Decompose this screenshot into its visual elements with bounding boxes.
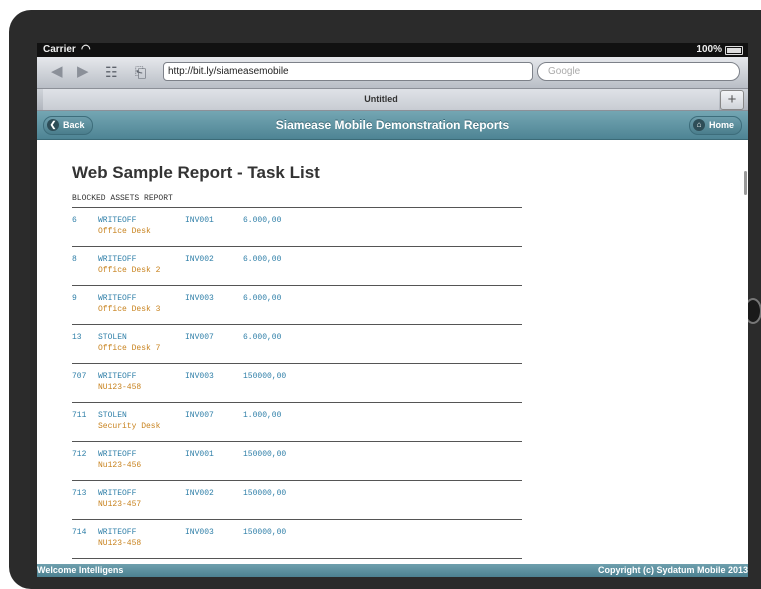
ipad-frame: Carrier ◠ 100% ◀ ▶ ☷ ⎗ http://bit.ly/sia… — [9, 10, 761, 589]
report-content: Web Sample Report - Task List BLOCKED AS… — [37, 140, 748, 564]
battery-icon — [725, 46, 743, 55]
row-invoice: INV003 — [185, 528, 214, 537]
back-button[interactable]: ❮ Back — [43, 116, 93, 135]
status-bar: Carrier ◠ 100% — [37, 43, 748, 57]
row-amount: 6.000,00 — [243, 255, 282, 264]
row-type: WRITEOFF — [98, 450, 137, 459]
row-amount: 6.000,00 — [243, 294, 282, 303]
row-invoice: INV003 — [185, 294, 214, 303]
tab-untitled[interactable]: Untitled — [43, 89, 719, 110]
row-divider — [72, 324, 522, 325]
chevron-left-icon: ❮ — [47, 118, 59, 131]
row-amount: 150000,00 — [243, 450, 287, 459]
row-invoice: INV001 — [185, 450, 214, 459]
row-id: 707 — [72, 372, 87, 381]
row-description: Office Desk 3 — [98, 305, 161, 314]
row-divider — [72, 363, 522, 364]
row-type: WRITEOFF — [98, 528, 137, 537]
share-icon[interactable]: ⎗ — [135, 62, 146, 82]
row-type: STOLEN — [98, 333, 127, 342]
footer-copyright: Copyright (c) Sydatum Mobile 2013 — [597, 565, 748, 575]
row-invoice: INV007 — [185, 333, 214, 342]
battery-percent: 100% — [696, 44, 722, 55]
row-type: WRITEOFF — [98, 255, 137, 264]
row-type: WRITEOFF — [98, 294, 137, 303]
row-divider — [72, 558, 522, 559]
wifi-icon: ◠ — [81, 43, 91, 55]
url-field[interactable]: http://bit.ly/siameasemobile — [163, 62, 533, 81]
row-id: 714 — [72, 528, 87, 537]
row-invoice: INV007 — [185, 411, 214, 420]
new-tab-button[interactable]: + — [720, 90, 744, 110]
app-header: Siamease Mobile Demonstration Reports ❮ B… — [37, 111, 748, 140]
row-type: STOLEN — [98, 411, 127, 420]
bookmarks-icon[interactable]: ☷ — [105, 62, 118, 82]
row-invoice: INV002 — [185, 255, 214, 264]
footer-welcome: Welcome Intelligens — [37, 565, 124, 575]
app-title: Siamease Mobile Demonstration Reports — [275, 118, 510, 132]
back-button-label: Back — [63, 120, 85, 130]
row-description: Security Desk — [98, 422, 161, 431]
row-id: 713 — [72, 489, 87, 498]
row-description: Office Desk — [98, 227, 151, 236]
row-divider — [72, 285, 522, 286]
row-id: 711 — [72, 411, 87, 420]
scrollbar[interactable] — [744, 171, 747, 195]
row-invoice: INV003 — [185, 372, 214, 381]
home-icon: ⌂ — [692, 118, 705, 131]
row-amount: 1.000,00 — [243, 411, 282, 420]
row-amount: 150000,00 — [243, 528, 287, 537]
row-description: NU123-457 — [98, 500, 142, 509]
row-amount: 6.000,00 — [243, 333, 282, 342]
back-arrow-icon[interactable]: ◀ — [51, 62, 63, 82]
page-title: Web Sample Report - Task List — [72, 163, 320, 182]
row-divider — [72, 519, 522, 520]
row-amount: 150000,00 — [243, 372, 287, 381]
carrier-label: Carrier — [43, 44, 76, 55]
home-button-label: Home — [708, 120, 734, 130]
row-type: WRITEOFF — [98, 216, 137, 225]
footer-bar: Welcome Intelligens Copyright (c) Sydatu… — [37, 564, 748, 577]
row-divider — [72, 480, 522, 481]
home-button[interactable]: ⌂ Home — [688, 116, 742, 135]
row-id: 9 — [72, 294, 77, 303]
row-id: 13 — [72, 333, 82, 342]
row-type: WRITEOFF — [98, 372, 137, 381]
row-id: 6 — [72, 216, 77, 225]
row-id: 712 — [72, 450, 87, 459]
row-divider — [72, 207, 522, 208]
browser-toolbar: ◀ ▶ ☷ ⎗ http://bit.ly/siameasemobile Goo… — [37, 57, 748, 89]
forward-arrow-icon[interactable]: ▶ — [77, 62, 89, 82]
row-divider — [72, 441, 522, 442]
screen: Carrier ◠ 100% ◀ ▶ ☷ ⎗ http://bit.ly/sia… — [37, 43, 748, 577]
row-invoice: INV001 — [185, 216, 214, 225]
search-input[interactable]: Google — [537, 62, 740, 81]
row-description: NU123-458 — [98, 383, 142, 392]
row-description: Nu123-456 — [98, 461, 142, 470]
row-description: NU123-458 — [98, 539, 142, 548]
row-invoice: INV002 — [185, 489, 214, 498]
row-amount: 6.000,00 — [243, 216, 282, 225]
row-description: Office Desk 2 — [98, 266, 161, 275]
row-id: 8 — [72, 255, 77, 264]
row-description: Office Desk 7 — [98, 344, 161, 353]
row-amount: 150000,00 — [243, 489, 287, 498]
row-divider — [72, 402, 522, 403]
tab-bar: Untitled + — [37, 89, 748, 111]
row-type: WRITEOFF — [98, 489, 137, 498]
report-subtitle: BLOCKED ASSETS REPORT — [72, 194, 173, 203]
row-divider — [72, 246, 522, 247]
